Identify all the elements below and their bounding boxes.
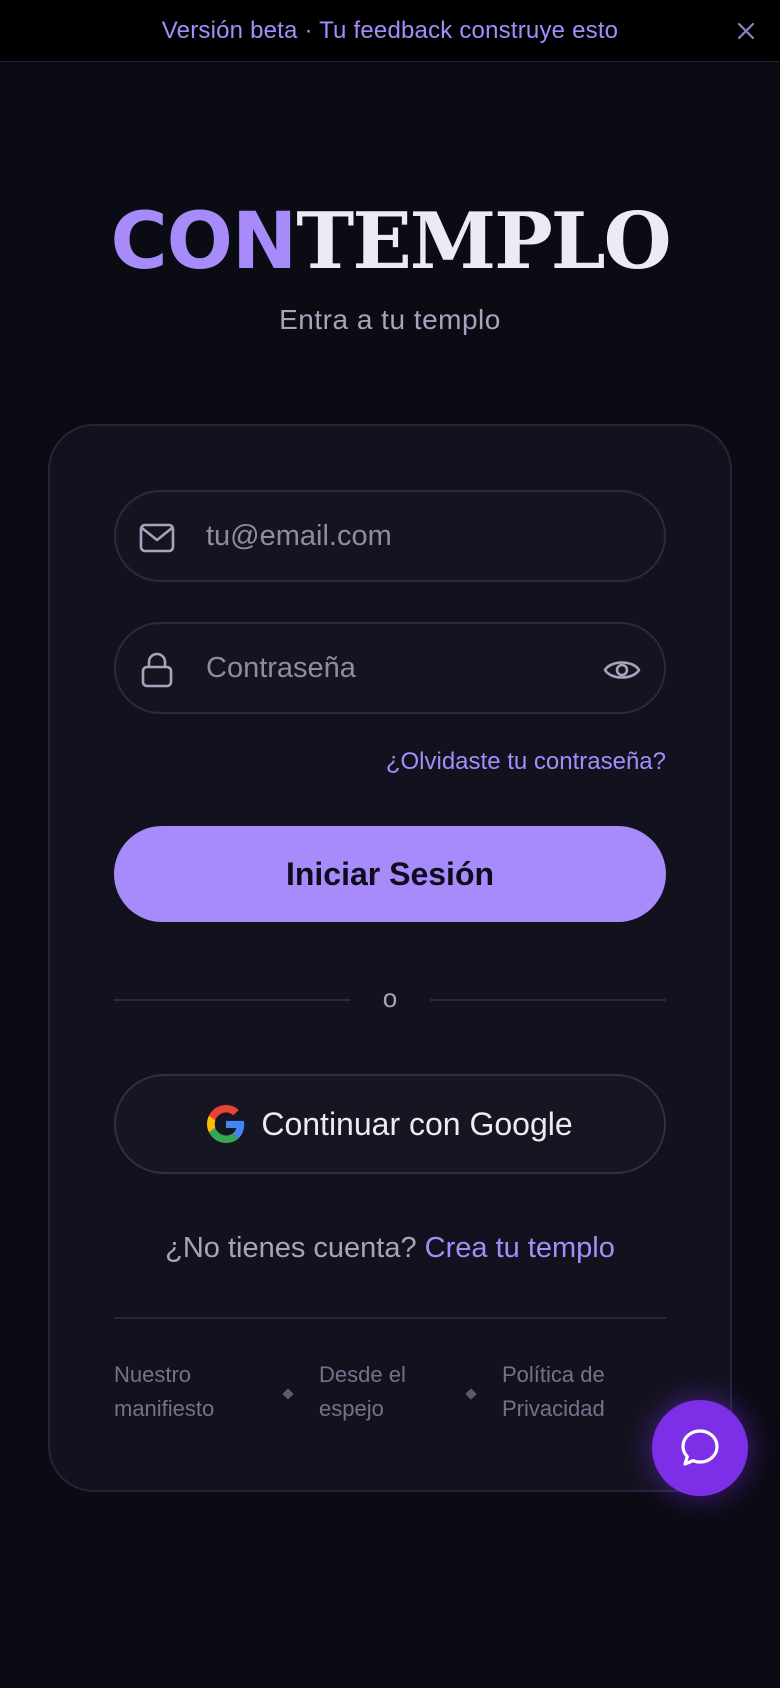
google-button-label: Continuar con Google — [261, 1105, 573, 1142]
login-card — [48, 424, 732, 1492]
footer-divider — [114, 1317, 666, 1319]
login-button[interactable]: Iniciar Sesión — [114, 826, 666, 922]
chat-button[interactable] — [652, 1400, 748, 1496]
footer-link-line: espejo — [319, 1396, 384, 1421]
email-input[interactable] — [204, 492, 584, 580]
google-signin-button[interactable]: Continuar con Google — [114, 1074, 666, 1174]
footer-link-mirror[interactable]: Desde el espejo — [319, 1358, 449, 1426]
password-input[interactable] — [204, 624, 584, 712]
lock-icon — [141, 652, 173, 688]
eye-icon[interactable] — [602, 652, 642, 688]
app-logo: CONTEMPLO — [0, 196, 780, 288]
google-icon — [207, 1105, 245, 1143]
divider-line-left — [114, 999, 350, 1001]
mail-icon — [139, 523, 175, 553]
divider-line-right — [430, 999, 666, 1001]
signup-prompt: ¿No tienes cuenta? — [165, 1232, 417, 1264]
chat-bubble-icon — [681, 1429, 719, 1466]
footer-link-line: Privacidad — [502, 1396, 605, 1421]
tagline: Entra a tu templo — [279, 304, 501, 335]
footer-link-line: Desde el — [319, 1362, 406, 1387]
password-field[interactable] — [114, 622, 666, 714]
email-field[interactable] — [114, 490, 666, 582]
footer-link-line: Nuestro — [114, 1362, 192, 1387]
footer-link-privacy[interactable]: Política de Privacidad — [502, 1358, 642, 1426]
footer-link-manifesto[interactable]: Nuestro manifiesto — [114, 1358, 264, 1426]
beta-banner: Versión beta · Tu feedback construye est… — [0, 0, 780, 62]
close-icon[interactable] — [734, 19, 758, 43]
divider-text: o — [382, 983, 398, 1013]
forgot-password-link[interactable]: ¿Olvidaste tu contraseña? — [386, 748, 666, 776]
footer-link-line: manifiesto — [114, 1396, 215, 1421]
signup-link[interactable]: Crea tu templo — [425, 1232, 615, 1264]
beta-banner-text: Versión beta · Tu feedback construye est… — [161, 16, 619, 44]
logo-part-con: CON — [110, 197, 297, 287]
signup-line: ¿No tienes cuenta? Crea tu templo — [48, 1232, 732, 1265]
logo-part-templo: TEMPLO — [296, 196, 671, 287]
footer-link-line: Política de — [502, 1362, 605, 1387]
